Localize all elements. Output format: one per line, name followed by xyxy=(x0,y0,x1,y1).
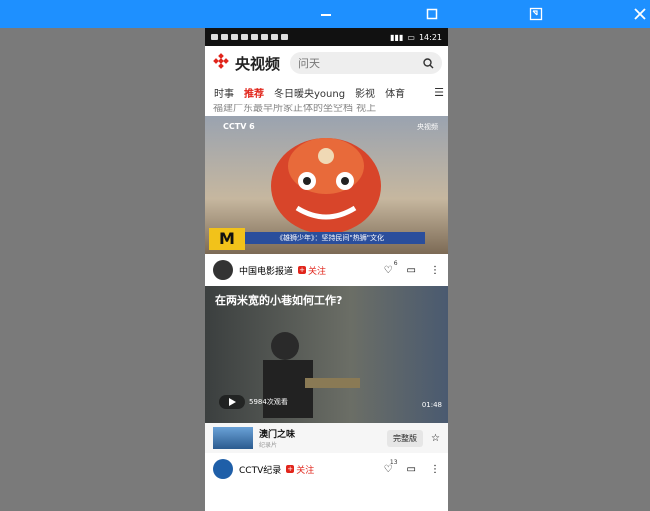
category-tabs: 时事 推荐 冬日暖央young 影视 体育 ☰ xyxy=(205,80,448,104)
video-duration: 01:48 xyxy=(421,401,442,409)
like-icon[interactable]: ♡ 6 xyxy=(384,260,398,276)
follow-label: 关注 xyxy=(296,465,315,476)
comment-icon[interactable]: ▭ xyxy=(407,464,416,475)
close-icon[interactable] xyxy=(626,0,650,28)
search-icon[interactable] xyxy=(423,57,434,69)
maximize-icon[interactable] xyxy=(418,0,446,28)
plus-icon: + xyxy=(286,465,295,473)
notification-icons xyxy=(211,34,288,40)
battery-icon: ▭ xyxy=(407,32,415,42)
previous-item-fragment: 福建广东最早所家正体的坐空档 视上 xyxy=(205,104,448,116)
avatar[interactable] xyxy=(213,260,233,280)
menu-icon[interactable]: ☰ xyxy=(434,86,444,99)
app-header: 央视频 xyxy=(205,46,448,80)
tab-tiyu[interactable]: 体育 xyxy=(380,85,410,100)
window-titlebar xyxy=(0,0,650,28)
app-logo[interactable]: 央视频 xyxy=(211,53,280,74)
status-time: 14:21 xyxy=(418,32,442,42)
more-icon[interactable]: ⋮ xyxy=(430,265,440,276)
comment-icon[interactable]: ▭ xyxy=(407,265,416,276)
tab-shishi[interactable]: 时事 xyxy=(209,85,239,100)
minimize-icon[interactable] xyxy=(312,0,340,28)
tab-dongri[interactable]: 冬日暖央young xyxy=(269,85,350,100)
author-row-2: CCTV纪录 + 关注 ♡ 13 ▭ ⋮ xyxy=(205,453,448,485)
cctv-logo-icon xyxy=(213,53,229,69)
restore-icon[interactable] xyxy=(522,0,550,28)
play-icon[interactable] xyxy=(219,395,245,409)
video-caption: 《雄狮少年》：坚持民间"热狮"文化 xyxy=(235,232,425,244)
star-icon[interactable]: ☆ xyxy=(431,433,440,444)
phone-screen: ▮▮▮ ▭ 14:21 央视频 时事 推荐 冬日暖央young 影视 体育 ☰ xyxy=(205,28,448,511)
author-row-1: 中国电影报道 + 关注 ♡ 6 ▭ ⋮ xyxy=(205,254,448,286)
video-title: 在两米宽的小巷如何工作? xyxy=(215,294,343,307)
avatar[interactable] xyxy=(213,459,233,479)
program-logo: M xyxy=(209,228,245,250)
lion-dance-image xyxy=(271,138,381,234)
signal-icon: ▮▮▮ xyxy=(390,32,404,42)
follow-button[interactable]: + 关注 xyxy=(286,463,314,476)
source-tag: 央视频 xyxy=(417,123,438,131)
previous-item-text: 福建广东最早所家正体的坐空档 视上 xyxy=(213,104,377,114)
tab-yingshi[interactable]: 影视 xyxy=(350,85,380,100)
channel-tag: CCTV 6 xyxy=(223,122,255,131)
like-count: 13 xyxy=(389,458,398,466)
series-thumbnail xyxy=(213,427,253,449)
like-icon[interactable]: ♡ 13 xyxy=(384,459,398,475)
search-box[interactable] xyxy=(290,52,442,74)
author-name[interactable]: CCTV纪录 xyxy=(239,463,281,476)
status-bar: ▮▮▮ ▭ 14:21 xyxy=(205,28,448,46)
follow-label: 关注 xyxy=(308,266,327,277)
series-subtitle: 纪录片 xyxy=(259,442,278,449)
video-card-lion-dance[interactable]: CCTV 6 央视频 《雄狮少年》：坚持民间"热狮"文化 M xyxy=(205,116,448,254)
app-name: 央视频 xyxy=(235,54,281,73)
search-input[interactable] xyxy=(298,56,399,70)
video-card-alley[interactable]: 在两米宽的小巷如何工作? 5984次观看 01:48 xyxy=(205,286,448,423)
series-title: 澳门之味 xyxy=(259,430,296,440)
follow-button[interactable]: + 关注 xyxy=(298,264,326,277)
author-name[interactable]: 中国电影报道 xyxy=(239,264,293,277)
series-row[interactable]: 澳门之味 纪录片 完整版 ☆ xyxy=(205,423,448,453)
like-count: 6 xyxy=(393,259,398,267)
plus-icon: + xyxy=(298,266,307,274)
view-count: 5984次观看 xyxy=(249,398,288,406)
tab-tuijian[interactable]: 推荐 xyxy=(239,85,269,100)
more-icon[interactable]: ⋮ xyxy=(430,464,440,475)
full-version-button[interactable]: 完整版 xyxy=(387,429,424,447)
